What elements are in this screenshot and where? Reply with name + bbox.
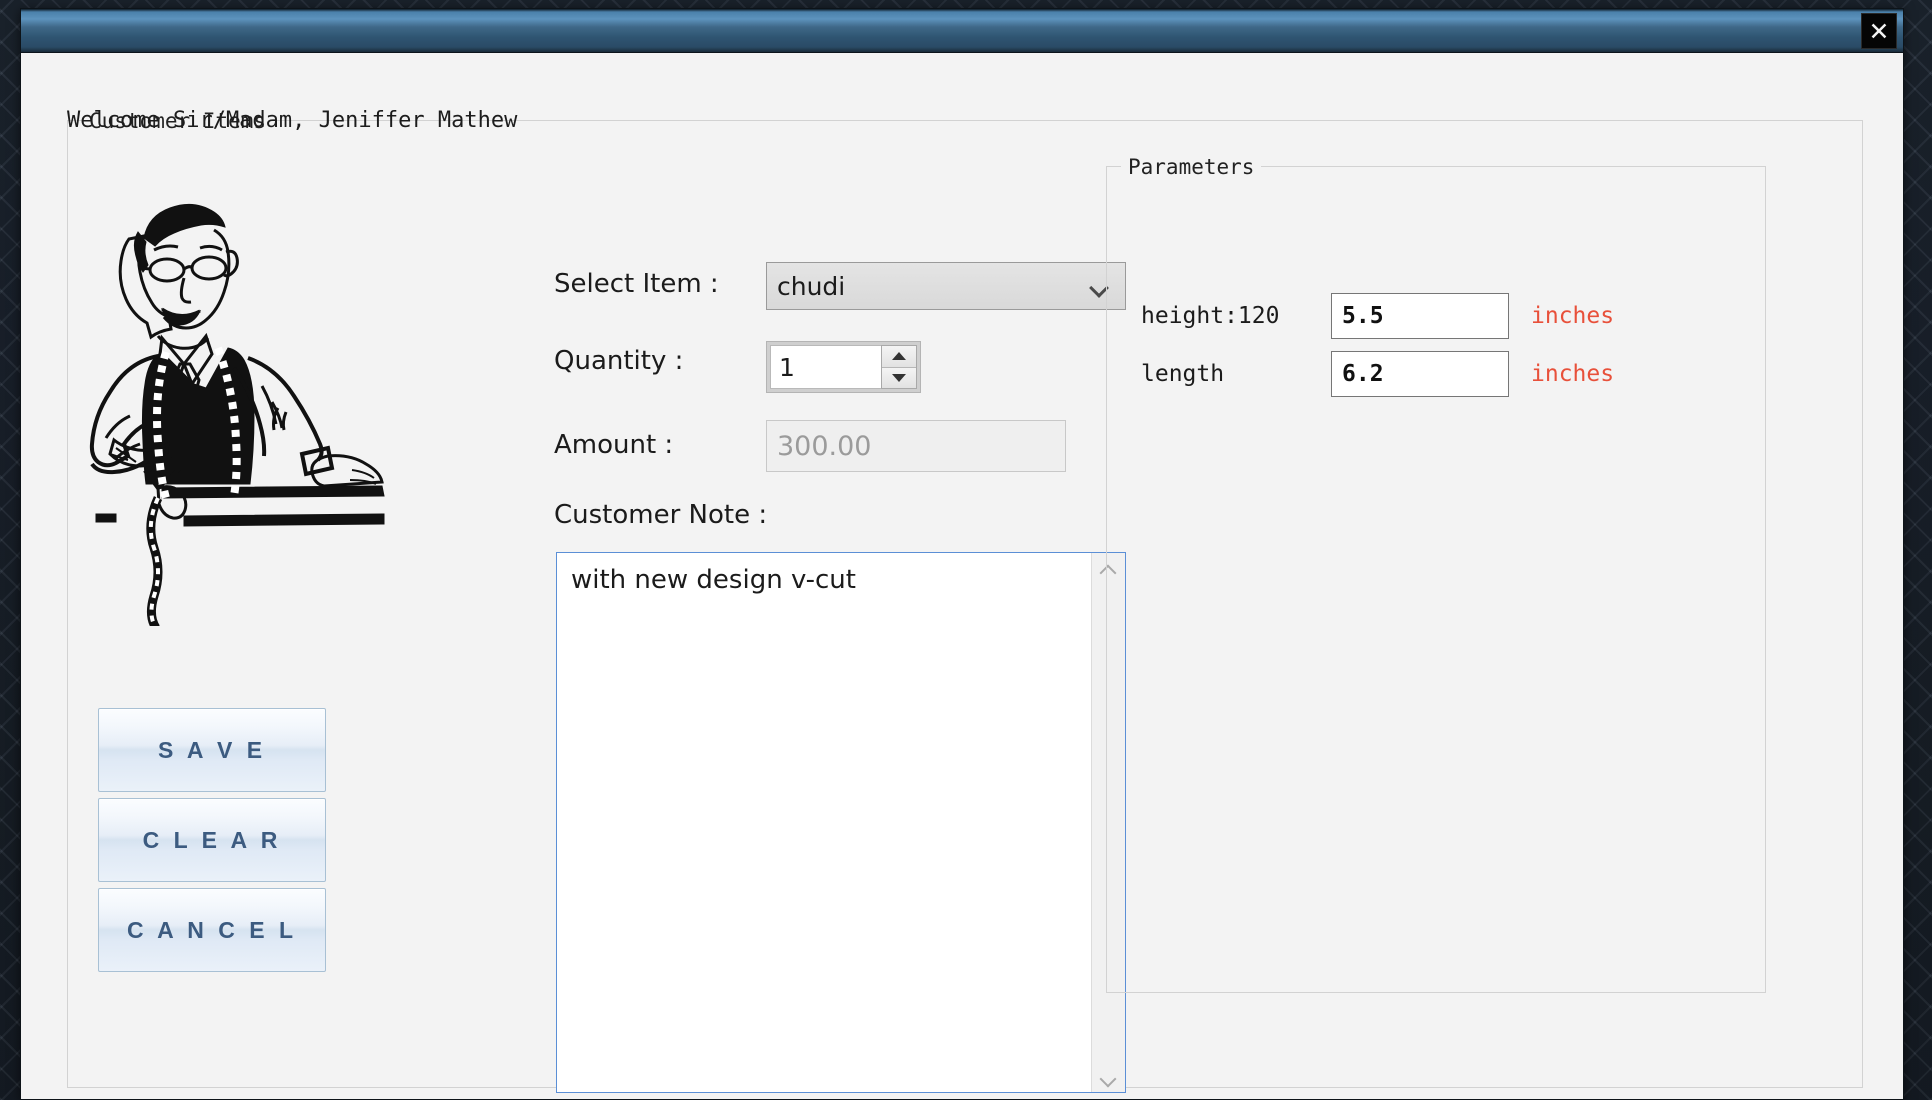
parameter-label: length bbox=[1141, 361, 1225, 387]
parameter-input[interactable]: 5.5 bbox=[1331, 293, 1509, 339]
parameter-input[interactable]: 6.2 bbox=[1331, 351, 1509, 397]
client-area: Customer Items Welcome Sir/Madam, Jeniff… bbox=[21, 53, 1903, 1099]
parameter-unit: inches bbox=[1531, 361, 1615, 387]
parameters-group-title: Parameters bbox=[1121, 155, 1262, 179]
triangle-up-icon bbox=[892, 352, 906, 361]
quantity-stepper[interactable]: 1 bbox=[766, 341, 921, 393]
customer-note-value[interactable]: with new design v-cut bbox=[557, 553, 1091, 1092]
desktop-background: ✕ Customer Items Welcome Sir/Madam, Jeni… bbox=[0, 0, 1932, 1100]
customer-note-label: Customer Note : bbox=[554, 500, 768, 530]
tailor-illustration-image bbox=[89, 203, 385, 626]
parameter-row: length 6.2 inches bbox=[1141, 351, 1614, 397]
cancel-button[interactable]: C A N C E L bbox=[98, 888, 326, 972]
clear-button[interactable]: C L E A R bbox=[98, 798, 326, 882]
parameter-label: height:120 bbox=[1141, 303, 1280, 329]
quantity-stepper-buttons bbox=[881, 345, 917, 389]
quantity-input[interactable]: 1 bbox=[770, 345, 881, 389]
parameter-unit: inches bbox=[1531, 303, 1615, 329]
select-item-label: Select Item : bbox=[554, 269, 719, 299]
parameter-row: height:120 5.5 inches bbox=[1141, 293, 1614, 339]
chevron-down-icon bbox=[1101, 1070, 1116, 1085]
select-item-value: chudi bbox=[777, 271, 846, 301]
select-item-dropdown[interactable]: chudi bbox=[766, 262, 1126, 310]
amount-field: 300.00 bbox=[766, 420, 1066, 472]
welcome-message: Welcome Sir/Madam, Jeniffer Mathew bbox=[67, 108, 518, 133]
action-button-group: S A V E C L E A R C A N C E L bbox=[98, 708, 326, 978]
application-window: ✕ Customer Items Welcome Sir/Madam, Jeni… bbox=[20, 8, 1904, 1100]
amount-label: Amount : bbox=[554, 430, 674, 460]
close-icon[interactable]: ✕ bbox=[1861, 13, 1897, 49]
parameters-groupbox: Parameters bbox=[1106, 155, 1766, 993]
customer-note-textarea[interactable]: with new design v-cut bbox=[556, 552, 1126, 1093]
window-title-bar[interactable]: ✕ bbox=[21, 9, 1903, 53]
save-button[interactable]: S A V E bbox=[98, 708, 326, 792]
quantity-label: Quantity : bbox=[554, 346, 684, 376]
scroll-down-button[interactable] bbox=[1092, 1062, 1125, 1092]
triangle-down-icon bbox=[892, 373, 906, 382]
quantity-decrement-button[interactable] bbox=[882, 366, 916, 388]
quantity-increment-button[interactable] bbox=[882, 346, 916, 367]
